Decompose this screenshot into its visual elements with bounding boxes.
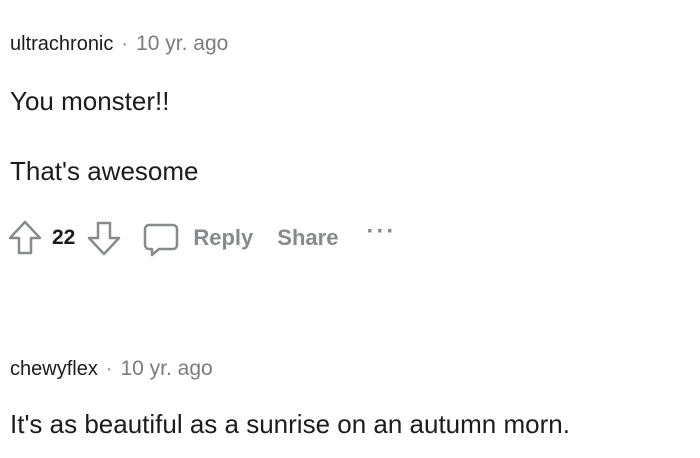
comment-author[interactable]: ultrachronic (10, 33, 113, 56)
downvote-icon[interactable] (85, 218, 123, 258)
comment-meta: chewyflex · 10 yr. ago (10, 355, 700, 383)
share-button[interactable]: Share (277, 225, 338, 251)
comment-text-line: You monster!! (10, 86, 170, 116)
comment-bubble-icon[interactable] (141, 218, 181, 258)
comment-timestamp[interactable]: 10 yr. ago (136, 32, 228, 56)
comment-actions: 22 Reply Share ··· (6, 216, 396, 260)
reply-button[interactable]: Reply (193, 225, 253, 251)
comment-ultrachronic: ultrachronic · 10 yr. ago You monster!! … (8, 30, 700, 257)
meta-separator: · (105, 357, 113, 380)
comment-text-line: It's as beautiful as a sunrise on an aut… (10, 409, 570, 439)
upvote-icon[interactable] (6, 218, 44, 258)
more-options-button[interactable]: ··· (366, 220, 396, 244)
comment-chewyflex: chewyflex · 10 yr. ago It's as beautiful… (10, 355, 700, 439)
comment-timestamp[interactable]: 10 yr. ago (120, 357, 212, 381)
meta-separator: · (121, 32, 129, 55)
comment-meta: ultrachronic · 10 yr. ago (10, 30, 700, 58)
comment-author[interactable]: chewyflex (10, 358, 98, 381)
comment-text-line: That's awesome (10, 156, 199, 186)
vote-count: 22 (52, 226, 76, 249)
